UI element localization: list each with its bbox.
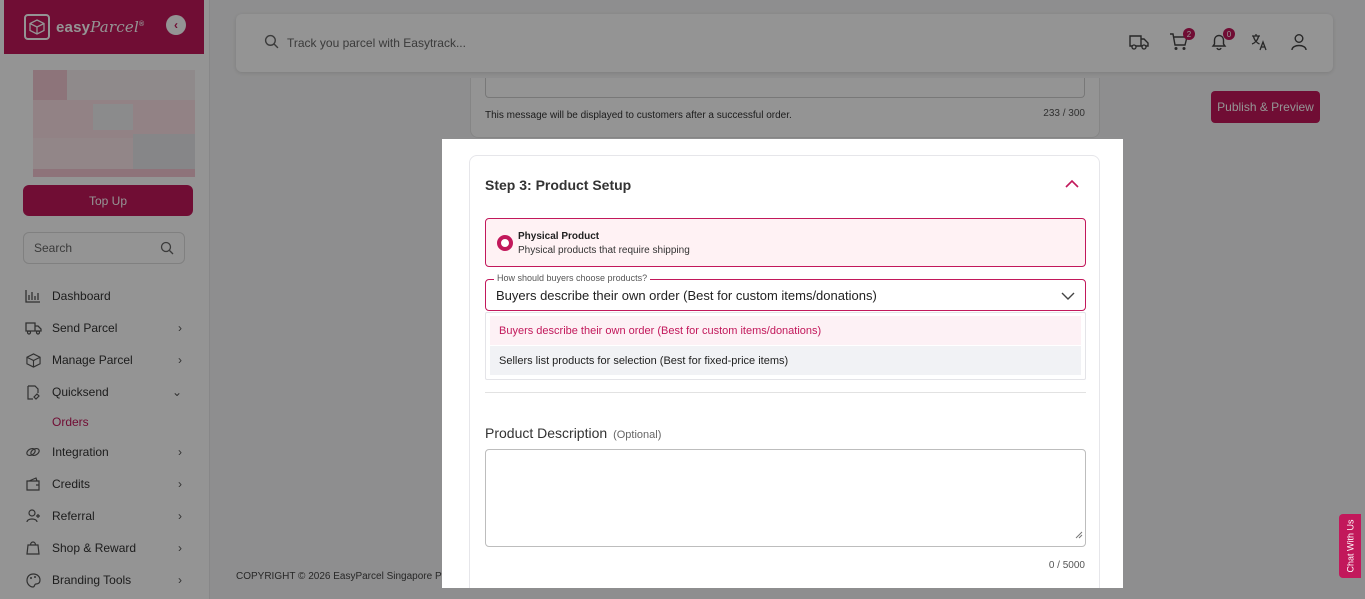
optional-tag: (Optional) [613, 429, 662, 441]
option-sellers-list[interactable]: Sellers list products for selection (Bes… [490, 346, 1081, 375]
buyer-choice-select[interactable]: How should buyers choose products? Buyer… [485, 273, 1086, 311]
select-label: How should buyers choose products? [494, 273, 651, 283]
product-description-count: 0 / 5000 [1048, 560, 1085, 571]
product-setup-modal: Step 3: Product Setup Physical Product P… [442, 139, 1123, 588]
chevron-down-icon[interactable] [1061, 288, 1075, 306]
physical-product-option[interactable]: Physical Product Physical products that … [485, 218, 1086, 267]
chevron-up-icon[interactable] [1065, 176, 1079, 194]
physical-product-title: Physical Product [518, 231, 600, 242]
product-description-textarea[interactable] [485, 449, 1086, 547]
radio-selected-icon[interactable] [497, 235, 513, 251]
step-3-card: Step 3: Product Setup Physical Product P… [469, 155, 1100, 588]
step-title: Step 3: Product Setup [485, 177, 632, 193]
select-value: Buyers describe their own order (Best fo… [496, 288, 877, 303]
product-description-label: Product Description (Optional) [485, 425, 662, 441]
divider [485, 392, 1086, 393]
chat-with-us-button[interactable]: Chat With Us [1339, 514, 1361, 578]
select-dropdown-menu: Buyers describe their own order (Best fo… [485, 312, 1086, 380]
option-buyers-describe[interactable]: Buyers describe their own order (Best fo… [490, 316, 1081, 345]
physical-product-subtitle: Physical products that require shipping [518, 245, 690, 256]
resize-handle-icon[interactable] [1075, 526, 1083, 544]
